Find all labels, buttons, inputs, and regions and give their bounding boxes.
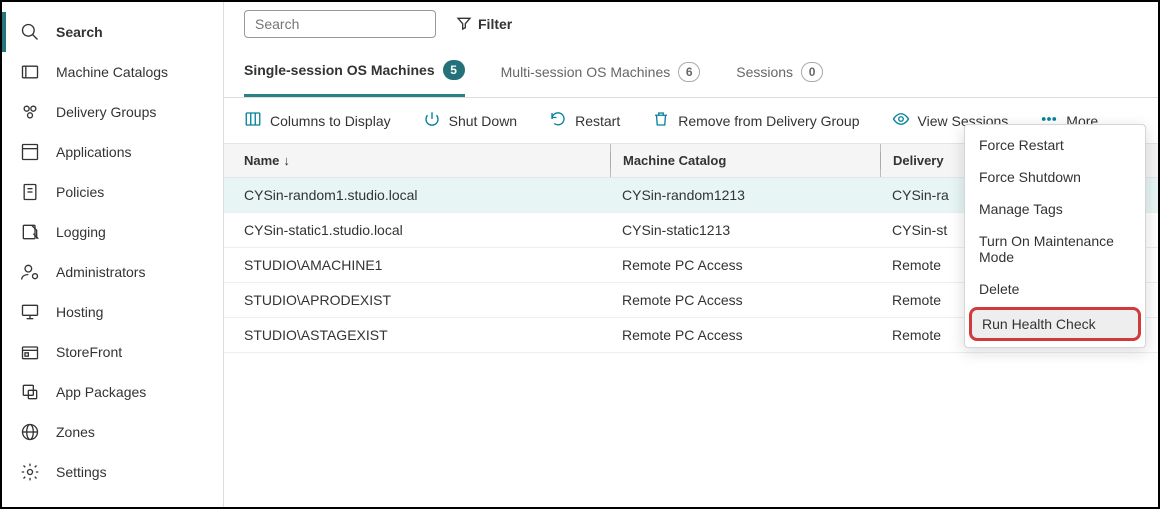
action-shutdown[interactable]: Shut Down xyxy=(423,110,517,131)
column-name[interactable]: Name↓ xyxy=(224,144,610,177)
tab-label: Multi-session OS Machines xyxy=(501,64,671,80)
more-menu: Force Restart Force Shutdown Manage Tags… xyxy=(964,124,1146,348)
cell-name: CYSin-static1.studio.local xyxy=(224,213,610,247)
sidebar-item-label: Settings xyxy=(56,464,107,480)
sidebar-item-label: StoreFront xyxy=(56,344,122,360)
policies-icon xyxy=(20,182,40,202)
sidebar-item-machine-catalogs[interactable]: Machine Catalogs xyxy=(2,52,223,92)
action-restart[interactable]: Restart xyxy=(549,110,620,131)
topbar: Filter xyxy=(224,2,1158,46)
filter-label: Filter xyxy=(478,16,512,32)
cell-catalog: Remote PC Access xyxy=(610,248,880,282)
tab-sessions[interactable]: Sessions 0 xyxy=(736,46,823,97)
column-catalog[interactable]: Machine Catalog xyxy=(610,144,880,177)
tabs: Single-session OS Machines 5 Multi-sessi… xyxy=(224,46,1158,98)
sidebar-item-app-packages[interactable]: App Packages xyxy=(2,372,223,412)
cell-name: STUDIO\ASTAGEXIST xyxy=(224,318,610,352)
tab-count-badge: 0 xyxy=(801,62,823,82)
filter-button[interactable]: Filter xyxy=(456,15,512,34)
menu-manage-tags[interactable]: Manage Tags xyxy=(965,193,1145,225)
sidebar-item-delivery-groups[interactable]: Delivery Groups xyxy=(2,92,223,132)
sidebar-item-label: Administrators xyxy=(56,264,145,280)
action-label: Columns to Display xyxy=(270,113,391,129)
sidebar-item-storefront[interactable]: StoreFront xyxy=(2,332,223,372)
sidebar-item-label: Policies xyxy=(56,184,104,200)
sidebar-item-settings[interactable]: Settings xyxy=(2,452,223,492)
packages-icon xyxy=(20,382,40,402)
trash-icon xyxy=(652,110,670,131)
logging-icon xyxy=(20,222,40,242)
sidebar-item-search[interactable]: Search xyxy=(2,12,223,52)
sidebar-item-applications[interactable]: Applications xyxy=(2,132,223,172)
hosting-icon xyxy=(20,302,40,322)
restart-icon xyxy=(549,110,567,131)
power-icon xyxy=(423,110,441,131)
sidebar-item-label: Search xyxy=(56,24,103,40)
catalogs-icon xyxy=(20,62,40,82)
columns-icon xyxy=(244,110,262,131)
sidebar-item-label: Applications xyxy=(56,144,132,160)
sidebar-item-hosting[interactable]: Hosting xyxy=(2,292,223,332)
settings-icon xyxy=(20,462,40,482)
applications-icon xyxy=(20,142,40,162)
cell-name: STUDIO\AMACHINE1 xyxy=(224,248,610,282)
sidebar-item-logging[interactable]: Logging xyxy=(2,212,223,252)
main-content: Filter Single-session OS Machines 5 Mult… xyxy=(224,2,1158,507)
sidebar-item-label: App Packages xyxy=(56,384,146,400)
sidebar-item-label: Hosting xyxy=(56,304,103,320)
search-icon xyxy=(20,22,40,42)
tab-count-badge: 6 xyxy=(678,62,700,82)
sidebar-item-label: Delivery Groups xyxy=(56,104,156,120)
menu-run-health-check[interactable]: Run Health Check xyxy=(969,307,1141,341)
menu-maintenance-mode[interactable]: Turn On Maintenance Mode xyxy=(965,225,1145,273)
sort-arrow-icon: ↓ xyxy=(283,153,290,168)
cell-name: CYSin-random1.studio.local xyxy=(224,178,610,212)
sidebar-item-label: Zones xyxy=(56,424,95,440)
cell-catalog: CYSin-random1213 xyxy=(610,178,880,212)
menu-delete[interactable]: Delete xyxy=(965,273,1145,305)
sidebar-item-label: Logging xyxy=(56,224,106,240)
cell-catalog: Remote PC Access xyxy=(610,283,880,317)
eye-icon xyxy=(892,110,910,131)
tab-single-session[interactable]: Single-session OS Machines 5 xyxy=(244,46,465,97)
action-remove[interactable]: Remove from Delivery Group xyxy=(652,110,859,131)
menu-force-restart[interactable]: Force Restart xyxy=(965,129,1145,161)
groups-icon xyxy=(20,102,40,122)
sidebar-item-administrators[interactable]: Administrators xyxy=(2,252,223,292)
cell-catalog: CYSin-static1213 xyxy=(610,213,880,247)
tab-multi-session[interactable]: Multi-session OS Machines 6 xyxy=(501,46,701,97)
action-columns[interactable]: Columns to Display xyxy=(244,110,391,131)
cell-name: STUDIO\APRODEXIST xyxy=(224,283,610,317)
action-label: Remove from Delivery Group xyxy=(678,113,859,129)
tab-label: Single-session OS Machines xyxy=(244,62,435,78)
zones-icon xyxy=(20,422,40,442)
sidebar-item-label: Machine Catalogs xyxy=(56,64,168,80)
admins-icon xyxy=(20,262,40,282)
sidebar-item-policies[interactable]: Policies xyxy=(2,172,223,212)
cell-catalog: Remote PC Access xyxy=(610,318,880,352)
sidebar: Search Machine Catalogs Delivery Groups … xyxy=(2,2,224,507)
action-label: Shut Down xyxy=(449,113,517,129)
search-input[interactable] xyxy=(244,10,436,38)
sidebar-item-zones[interactable]: Zones xyxy=(2,412,223,452)
storefront-icon xyxy=(20,342,40,362)
tab-label: Sessions xyxy=(736,64,793,80)
menu-force-shutdown[interactable]: Force Shutdown xyxy=(965,161,1145,193)
tab-count-badge: 5 xyxy=(443,60,465,80)
filter-icon xyxy=(456,15,472,34)
action-label: Restart xyxy=(575,113,620,129)
